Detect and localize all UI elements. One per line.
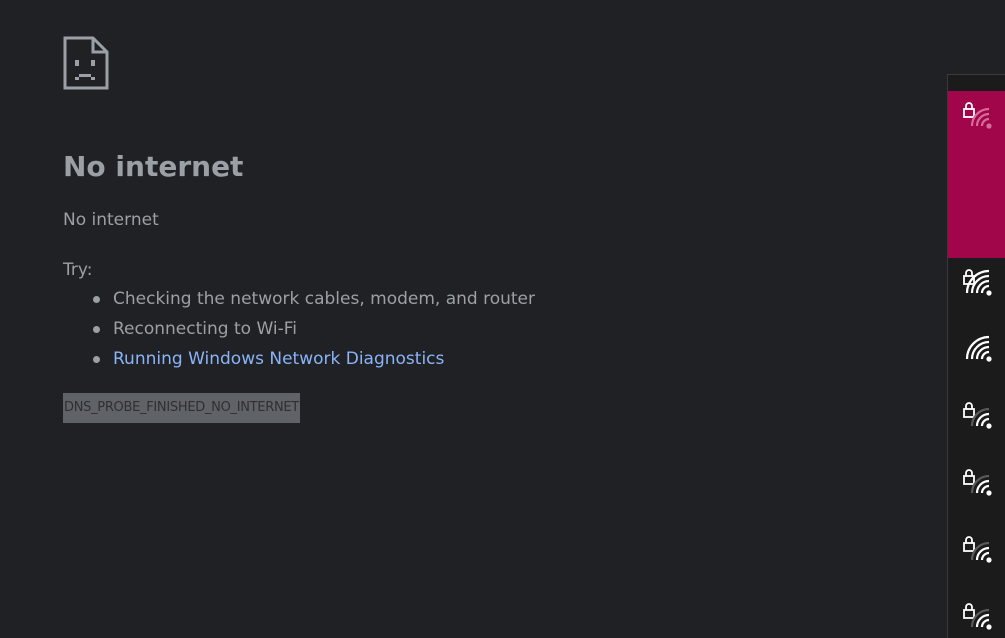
wifi-icon xyxy=(963,603,992,630)
wifi-icon xyxy=(963,469,992,496)
wifi-network-item[interactable] xyxy=(948,324,1005,390)
suggestion-item: Checking the network cables, modem, and … xyxy=(63,288,535,318)
wifi-icon xyxy=(963,269,992,296)
wifi-network-item[interactable] xyxy=(948,91,1005,258)
wifi-icon xyxy=(963,102,992,129)
suggestions-list: Checking the network cables, modem, and … xyxy=(63,288,535,378)
suggestion-item: Running Windows Network Diagnostics xyxy=(63,348,535,378)
wifi-network-item[interactable] xyxy=(948,458,1005,524)
page-subtitle: No internet xyxy=(63,210,159,230)
wifi-network-item[interactable] xyxy=(948,525,1005,591)
lock-icon xyxy=(963,402,975,418)
wifi-icon xyxy=(963,402,992,429)
wifi-icon xyxy=(963,536,992,563)
wifi-icon xyxy=(965,335,992,362)
suggestion-text: Checking the network cables, modem, and … xyxy=(113,289,536,309)
wifi-network-item[interactable] xyxy=(948,592,1005,638)
try-label: Try: xyxy=(63,260,93,280)
error-page: No internet No internet Try: Checking th… xyxy=(0,0,1005,638)
error-code: DNS_PROBE_FINISHED_NO_INTERNET xyxy=(63,393,300,423)
lock-icon xyxy=(963,469,975,485)
wifi-network-item[interactable] xyxy=(948,258,1005,324)
page-title: No internet xyxy=(63,150,244,183)
suggestion-item: Reconnecting to Wi-Fi xyxy=(63,318,535,348)
wifi-network-item[interactable] xyxy=(948,391,1005,457)
wifi-networks-panel xyxy=(947,74,1005,638)
network-diagnostics-link[interactable]: Running Windows Network Diagnostics xyxy=(113,349,444,369)
lock-icon xyxy=(963,102,975,118)
lock-icon xyxy=(963,536,975,552)
lock-icon xyxy=(963,603,975,619)
suggestion-text: Reconnecting to Wi-Fi xyxy=(113,319,297,339)
sad-page-icon xyxy=(63,36,109,90)
